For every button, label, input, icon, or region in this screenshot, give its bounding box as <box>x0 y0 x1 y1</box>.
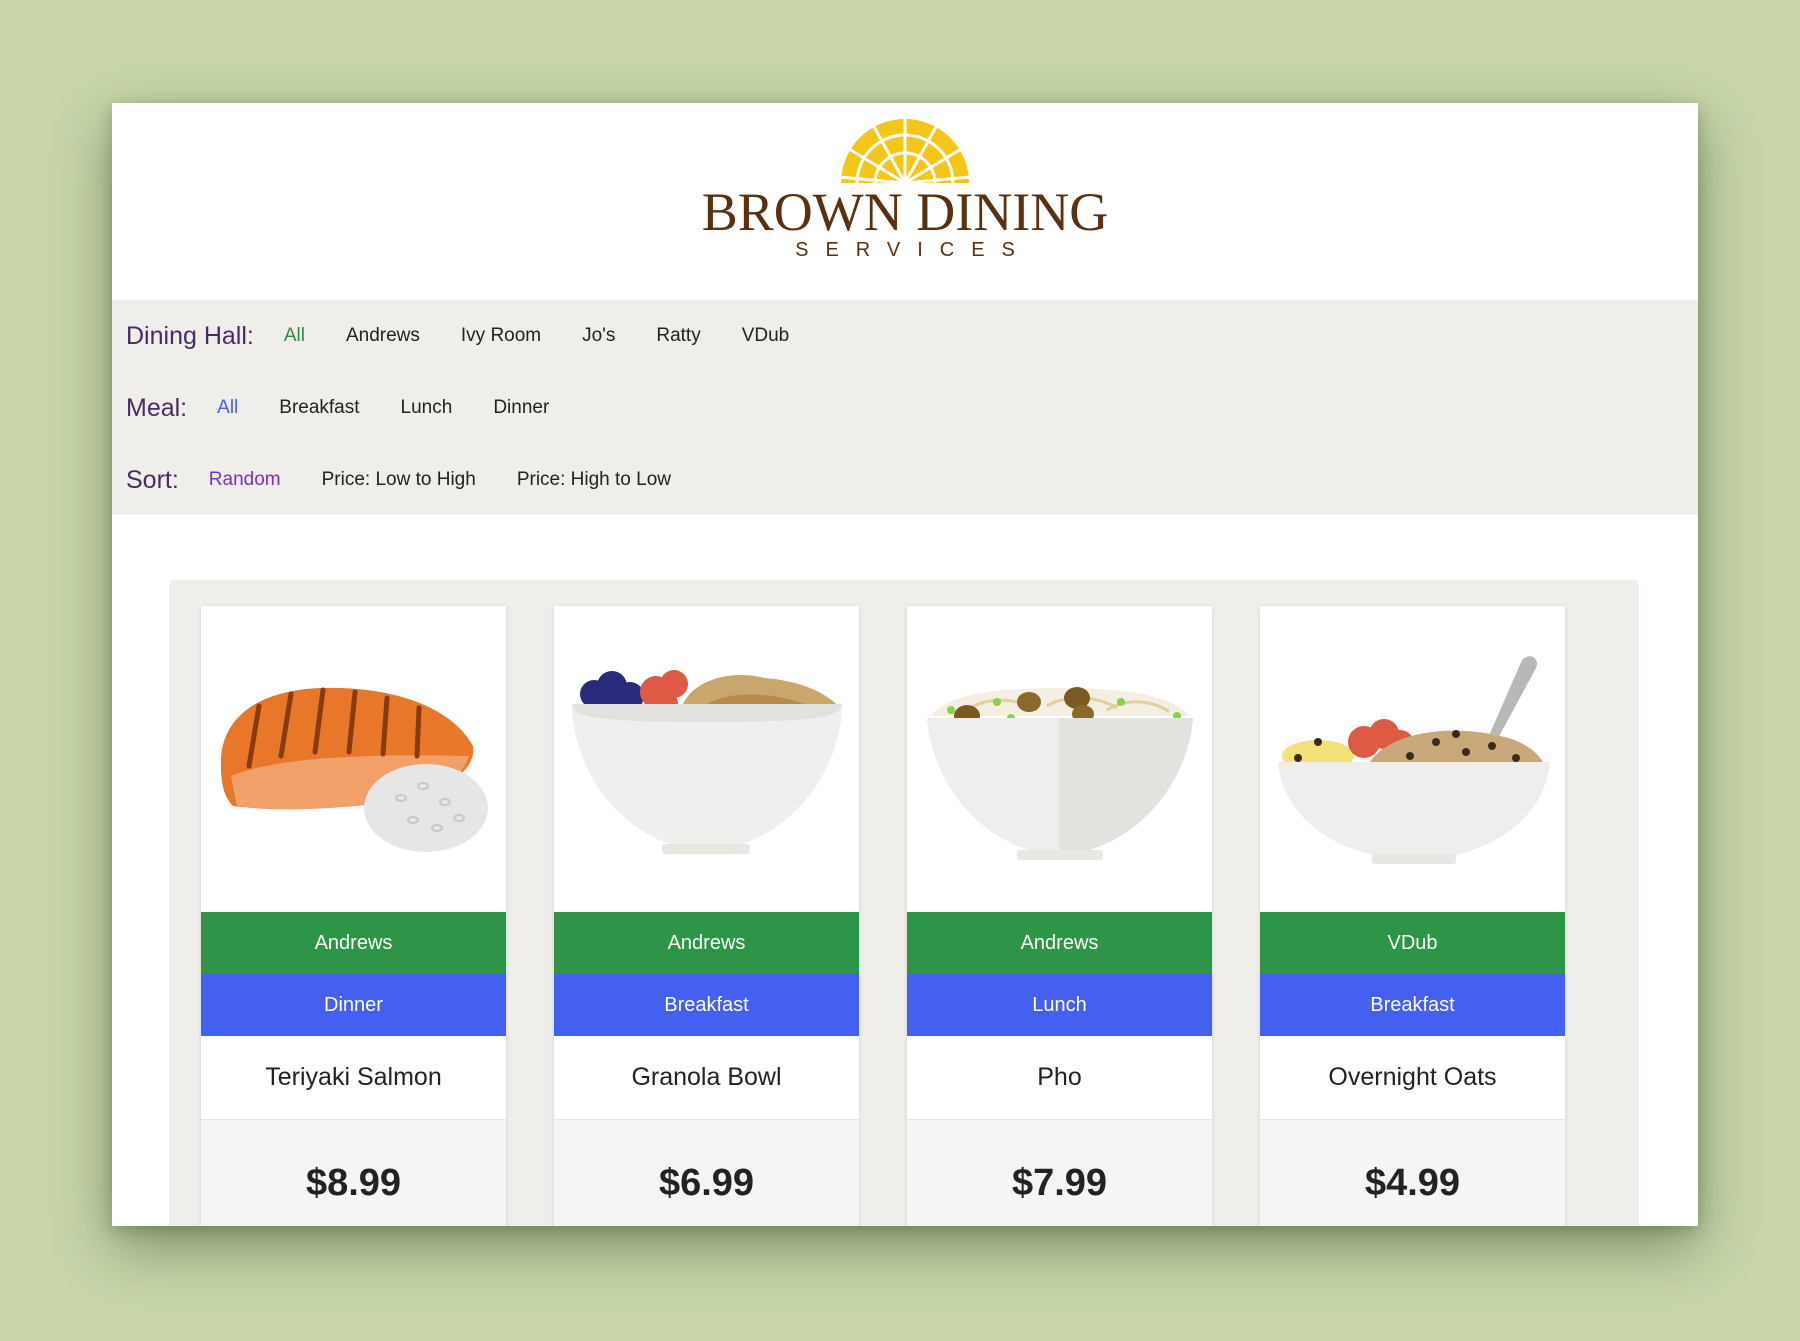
dining-hall-filter: Dining Hall: All Andrews Ivy Room Jo's R… <box>112 300 1698 372</box>
meal-filter: Meal: All Breakfast Lunch Dinner <box>112 372 1698 444</box>
browser-window: BROWN DINING SERVICES Dining Hall: All A… <box>112 103 1698 1226</box>
logo-subtitle: SERVICES <box>795 239 1032 261</box>
hall-option-all[interactable]: All <box>284 325 305 347</box>
price-section: $7.99 <box>907 1120 1212 1226</box>
meal-badge: Breakfast <box>554 974 859 1036</box>
meal-option-dinner[interactable]: Dinner <box>493 397 549 419</box>
logo-title: BROWN DINING <box>701 182 1109 242</box>
meal-label: Meal: <box>126 393 188 422</box>
meal-option-all[interactable]: All <box>217 397 238 419</box>
sort-option-random[interactable]: Random <box>209 469 281 491</box>
hall-badge: Andrews <box>907 912 1212 974</box>
sort-option-price-high-low[interactable]: Price: High to Low <box>517 469 671 491</box>
dining-hall-label: Dining Hall: <box>126 321 254 350</box>
oats-illustration <box>1260 606 1565 912</box>
filter-bar: Dining Hall: All Andrews Ivy Room Jo's R… <box>112 300 1698 515</box>
sort-label: Sort: <box>126 465 179 494</box>
item-price: $6.99 <box>658 1162 755 1204</box>
hall-option-ivy-room[interactable]: Ivy Room <box>461 325 541 347</box>
price-section: $6.99 <box>554 1120 859 1226</box>
hall-option-ratty[interactable]: Ratty <box>656 325 700 347</box>
item-name: Pho <box>907 1036 1212 1120</box>
item-name: Teriyaki Salmon <box>201 1036 506 1120</box>
sun-logo-icon <box>838 117 972 183</box>
meal-option-breakfast[interactable]: Breakfast <box>279 397 359 419</box>
item-name: Overnight Oats <box>1260 1036 1565 1120</box>
meal-badge: Breakfast <box>1260 974 1565 1036</box>
menu-grid: Andrews Dinner Teriyaki Salmon $8.99 And… <box>169 580 1639 1226</box>
meal-badge: Lunch <box>907 974 1212 1036</box>
hall-badge: Andrews <box>201 912 506 974</box>
granola-bowl-illustration <box>554 606 859 912</box>
meal-option-lunch[interactable]: Lunch <box>401 397 453 419</box>
menu-card[interactable]: Andrews Lunch Pho $7.99 <box>907 606 1212 1226</box>
sort-option-price-low-high[interactable]: Price: Low to High <box>322 469 476 491</box>
hall-badge: Andrews <box>554 912 859 974</box>
site-header: BROWN DINING SERVICES <box>112 103 1698 300</box>
item-price: $4.99 <box>1364 1162 1461 1204</box>
salmon-illustration <box>201 606 506 912</box>
hall-badge: VDub <box>1260 912 1565 974</box>
sort-filter: Sort: Random Price: Low to High Price: H… <box>112 444 1698 516</box>
price-section: $8.99 <box>201 1120 506 1226</box>
item-name: Granola Bowl <box>554 1036 859 1120</box>
menu-card[interactable]: VDub Breakfast Overnight Oats $4.99 <box>1260 606 1565 1226</box>
item-price: $7.99 <box>1011 1162 1108 1204</box>
hall-option-andrews[interactable]: Andrews <box>346 325 420 347</box>
menu-card[interactable]: Andrews Breakfast Granola Bowl $6.99 <box>554 606 859 1226</box>
pho-illustration <box>907 606 1212 912</box>
hall-option-vdub[interactable]: VDub <box>742 325 790 347</box>
hall-option-jos[interactable]: Jo's <box>582 325 615 347</box>
price-section: $4.99 <box>1260 1120 1565 1226</box>
item-price: $8.99 <box>305 1162 402 1204</box>
brown-dining-logo[interactable]: BROWN DINING SERVICES <box>675 111 1135 262</box>
menu-card[interactable]: Andrews Dinner Teriyaki Salmon $8.99 <box>201 606 506 1226</box>
meal-badge: Dinner <box>201 974 506 1036</box>
